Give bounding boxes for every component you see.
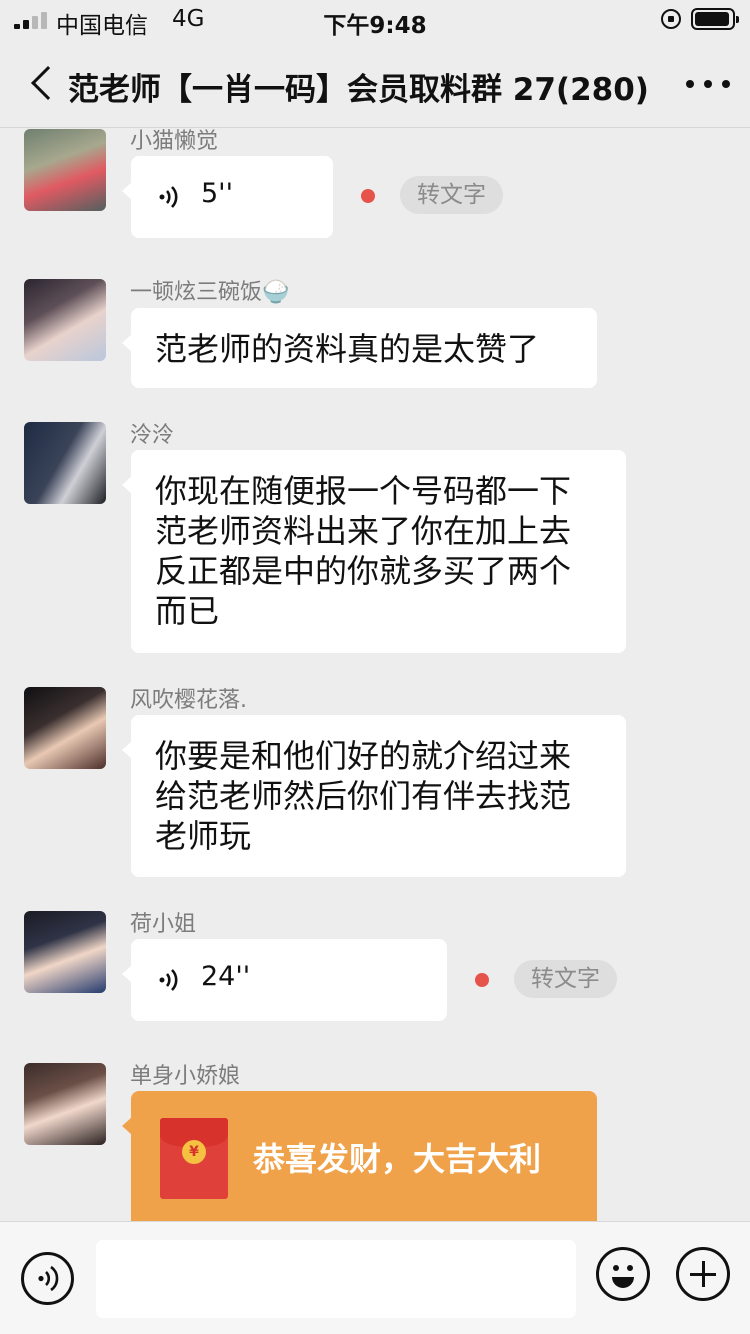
input-toolbar [0,1221,750,1334]
message-line: 而已 [155,592,220,630]
voice-duration: 24'' [201,961,251,992]
chevron-left-icon[interactable] [31,66,65,100]
to-text-button[interactable]: 转文字 [400,176,503,214]
chat-title: 范老师【一肖一码】会员取料群 27(280) [68,72,649,108]
status-bar: 中国电信 4G 下午9:48 [0,0,750,40]
more-icon[interactable] [686,80,730,88]
message-list[interactable]: 小猫懒觉 5'' 转文字 一顿炫三碗饭🍚 范老师的资料真的是太赞了 泠泠 你现在… [0,129,750,1221]
voice-duration: 5'' [201,178,234,209]
sender-avatar[interactable] [24,911,106,993]
voice-message-bubble[interactable]: 24'' [122,939,447,1021]
text-message-bubble[interactable]: 你现在随便报一个号码都一下 范老师资料出来了你在加上去 反正都是中的你就多买了两… [122,450,626,653]
chat-header: 范老师【一肖一码】会员取料群 27(280) [0,40,750,128]
red-packet-message[interactable]: ¥ 恭喜发财，大吉大利 [122,1091,597,1221]
voice-message-bubble[interactable]: 5'' [122,156,333,238]
message-line: 反正都是中的你就多买了两个 [155,552,572,590]
status-time: 下午9:48 [323,13,427,39]
text-message-bubble[interactable]: 范老师的资料真的是太赞了 [122,308,597,388]
voice-wave-icon [159,969,178,991]
red-packet-greeting: 恭喜发财，大吉大利 [253,1140,542,1178]
battery-icon [691,8,739,30]
sender-name: 风吹樱花落. [130,688,247,713]
text-message-bubble[interactable]: 你要是和他们好的就介绍过来 给范老师然后你们有伴去找范 老师玩 [122,715,626,877]
red-packet-icon: ¥ [160,1118,228,1199]
message-text: 范老师的资料真的是太赞了 [155,330,540,368]
message-input[interactable] [96,1240,576,1318]
message-line: 老师玩 [155,817,252,855]
sender-avatar[interactable] [24,422,106,504]
message-line: 范老师资料出来了你在加上去 [155,512,572,550]
rotation-lock-icon [661,9,681,29]
sender-avatar[interactable] [24,1063,106,1145]
unread-dot [475,973,489,987]
sender-name: 小猫懒觉 [130,129,219,154]
emoji-icon[interactable] [596,1247,650,1301]
to-text-button[interactable]: 转文字 [514,960,617,998]
message-line: 给范老师然后你们有伴去找范 [155,777,572,815]
message-line: 你要是和他们好的就介绍过来 [155,737,572,775]
sender-avatar[interactable] [24,279,106,361]
sender-avatar[interactable] [24,129,106,211]
coin-icon: ¥ [182,1140,206,1164]
sender-name: 单身小娇娘 [130,1064,241,1089]
sender-name: 荷小姐 [130,912,197,937]
plus-icon[interactable] [676,1247,730,1301]
message-line: 你现在随便报一个号码都一下 [155,472,572,510]
unread-dot [361,189,375,203]
sender-name: 一顿炫三碗饭🍚 [130,280,290,305]
sender-name: 泠泠 [130,423,175,448]
voice-wave-icon [159,186,178,208]
voice-mode-icon[interactable] [21,1252,74,1305]
sender-avatar[interactable] [24,687,106,769]
